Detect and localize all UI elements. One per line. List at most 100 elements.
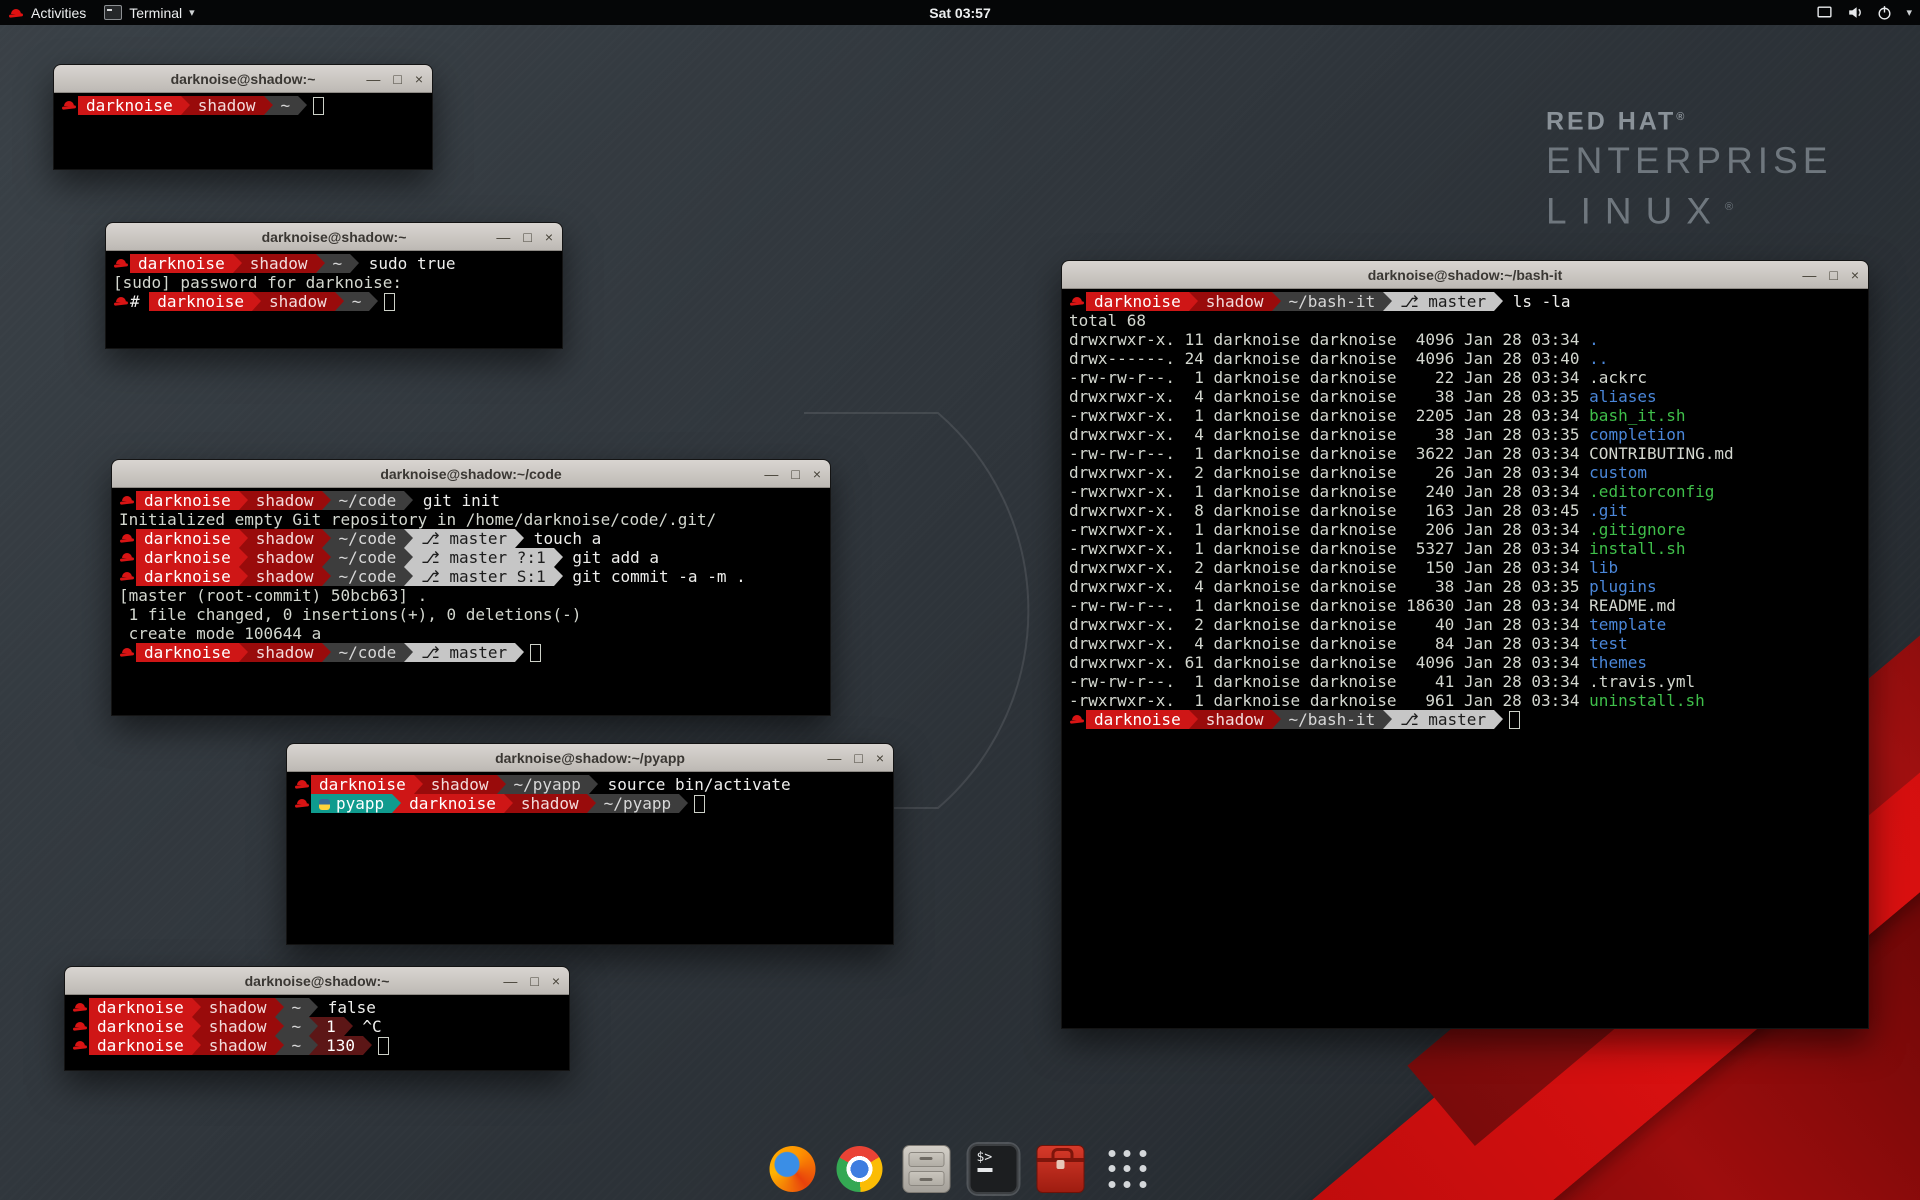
system-status-area[interactable]: ▾ [1816,0,1912,25]
clock[interactable]: Sat 03:57 [929,5,990,21]
close-button[interactable]: × [876,751,884,765]
output-line: drwxrwxr-x. 61 darknoise darknoise 4096 … [1069,653,1862,672]
prompt-segment-user: darknoise [89,1036,192,1055]
terminal-content[interactable]: darknoiseshadow~/code git initInitialize… [112,488,830,715]
maximize-button[interactable]: □ [393,72,401,86]
redhat-icon [119,529,136,548]
powerline-separator [275,1017,284,1036]
command-text: source bin/activate [598,775,791,794]
powerline-separator [309,998,318,1017]
output-line: drwxrwxr-x. 4 darknoise darknoise 38 Jan… [1069,387,1862,406]
executable-name: .gitignore [1589,520,1685,539]
terminal-cursor-bar [978,1168,993,1172]
dock-item-terminal[interactable]: $> [967,1142,1021,1196]
titlebar[interactable]: darknoise@shadow:~/pyapp—□× [287,744,893,772]
maximize-button[interactable]: □ [791,467,799,481]
terminal-cursor [1509,711,1520,729]
terminal-content[interactable]: darknoiseshadow~ [54,93,432,169]
app-menu-terminal[interactable]: Terminal ▾ [104,0,194,25]
prompt-segment-path: ~/code [331,529,405,548]
close-button[interactable]: × [1851,268,1859,282]
show-applications-icon [1105,1146,1151,1192]
app-menu-label: Terminal [129,5,182,21]
titlebar[interactable]: darknoise@shadow:~/bash-it—□× [1062,261,1868,289]
prompt-segment-path: ~ [344,292,370,311]
terminal-content[interactable]: darknoiseshadow~ sudo true[sudo] passwor… [106,251,562,348]
output-text: create mode 100644 a [119,624,321,643]
dock-item-chrome[interactable] [833,1142,887,1196]
output-text: drwxrwxr-x. 2 darknoise darknoise 26 Jan… [1069,463,1589,482]
close-button[interactable]: × [415,72,423,86]
prompt-segment-path: ~ [284,1036,310,1055]
executable-name: bash_it.sh [1589,406,1685,425]
chevron-down-icon: ▾ [1906,6,1912,19]
output-text: drwxrwxr-x. 2 darknoise darknoise 150 Ja… [1069,558,1589,577]
minimize-button[interactable]: — [366,72,380,86]
dock-item-files[interactable] [900,1142,954,1196]
terminal-content[interactable]: darknoiseshadow~ falsedarknoiseshadow~1 … [65,995,569,1070]
titlebar[interactable]: darknoise@shadow:~—□× [54,65,432,93]
terminal-window: darknoise@shadow:~—□×darknoiseshadow~ [53,64,433,170]
display-icon [1816,4,1833,21]
firefox-icon [770,1146,816,1192]
powerline-separator [1189,292,1198,311]
prompt-segment-user: darknoise [136,643,239,662]
minimize-button[interactable]: — [827,751,841,765]
prompt-segment-host: shadow [513,794,587,813]
titlebar[interactable]: darknoise@shadow:~—□× [65,967,569,995]
output-text: 1 file changed, 0 insertions(+), 0 delet… [119,605,581,624]
output-line: drwx------. 24 darknoise darknoise 4096 … [1069,349,1862,368]
powerline-separator [181,96,190,115]
prompt-line: darknoiseshadow~/code⎇ master ?:1 git ad… [119,548,824,567]
prompt-segment-path: ~/code [331,491,405,510]
titlebar[interactable]: darknoise@shadow:~/code—□× [112,460,830,488]
directory-name: . [1589,330,1599,349]
executable-name: .editorconfig [1589,482,1714,501]
directory-name: completion [1589,425,1685,444]
powerline-separator [1383,710,1392,729]
prompt-segment-host: shadow [261,292,335,311]
directory-name: plugins [1589,577,1656,596]
terminal-cursor [530,644,541,662]
powerline-separator [298,96,307,115]
dock-item-toolbox[interactable] [1034,1142,1088,1196]
command-text: git commit -a -m . [563,567,746,586]
close-button[interactable]: × [545,230,553,244]
activities-button[interactable]: Activities [0,0,86,25]
titlebar[interactable]: darknoise@shadow:~—□× [106,223,562,251]
terminal-content[interactable]: darknoiseshadow~/bash-it⎇ master ls -lat… [1062,289,1868,1028]
terminal-icon: $> [969,1144,1019,1194]
minimize-button[interactable]: — [764,467,778,481]
prompt-segment-user: darknoise [1086,710,1189,729]
directory-name: template [1589,615,1666,634]
minimize-button[interactable]: — [496,230,510,244]
window-controls: — □ × [764,460,821,487]
powerline-separator [322,491,331,510]
prompt-line: pyappdarknoiseshadow~/pyapp [294,794,887,813]
executable-name: install.sh [1589,539,1685,558]
maximize-button[interactable]: □ [1829,268,1837,282]
maximize-button[interactable]: □ [854,751,862,765]
dock-item-firefox[interactable] [766,1142,820,1196]
dock-item-show-applications[interactable] [1101,1142,1155,1196]
command-text: git init [413,491,500,510]
output-text: -rwxrwxr-x. 1 darknoise darknoise 240 Ja… [1069,482,1589,501]
terminal-content[interactable]: darknoiseshadow~/pyapp source bin/activa… [287,772,893,944]
minimize-button[interactable]: — [503,974,517,988]
prompt-line: darknoiseshadow~/code⎇ master S:1 git co… [119,567,824,586]
prompt-segment-venv: pyapp [311,794,392,813]
close-button[interactable]: × [813,467,821,481]
prompt-line: darknoiseshadow~/code⎇ master touch a [119,529,824,548]
dock: $> [766,1142,1155,1196]
output-text: drwx------. 24 darknoise darknoise 4096 … [1069,349,1589,368]
prompt-line: darknoiseshadow~/code⎇ master [119,643,824,662]
close-button[interactable]: × [552,974,560,988]
prompt-segment-git: ⎇ master ?:1 [413,548,553,567]
maximize-button[interactable]: □ [523,230,531,244]
directory-name: .. [1589,349,1608,368]
powerline-separator [192,1017,201,1036]
maximize-button[interactable]: □ [530,974,538,988]
output-text: [sudo] password for darknoise: [113,273,412,292]
prompt-segment-user: darknoise [136,567,239,586]
minimize-button[interactable]: — [1802,268,1816,282]
